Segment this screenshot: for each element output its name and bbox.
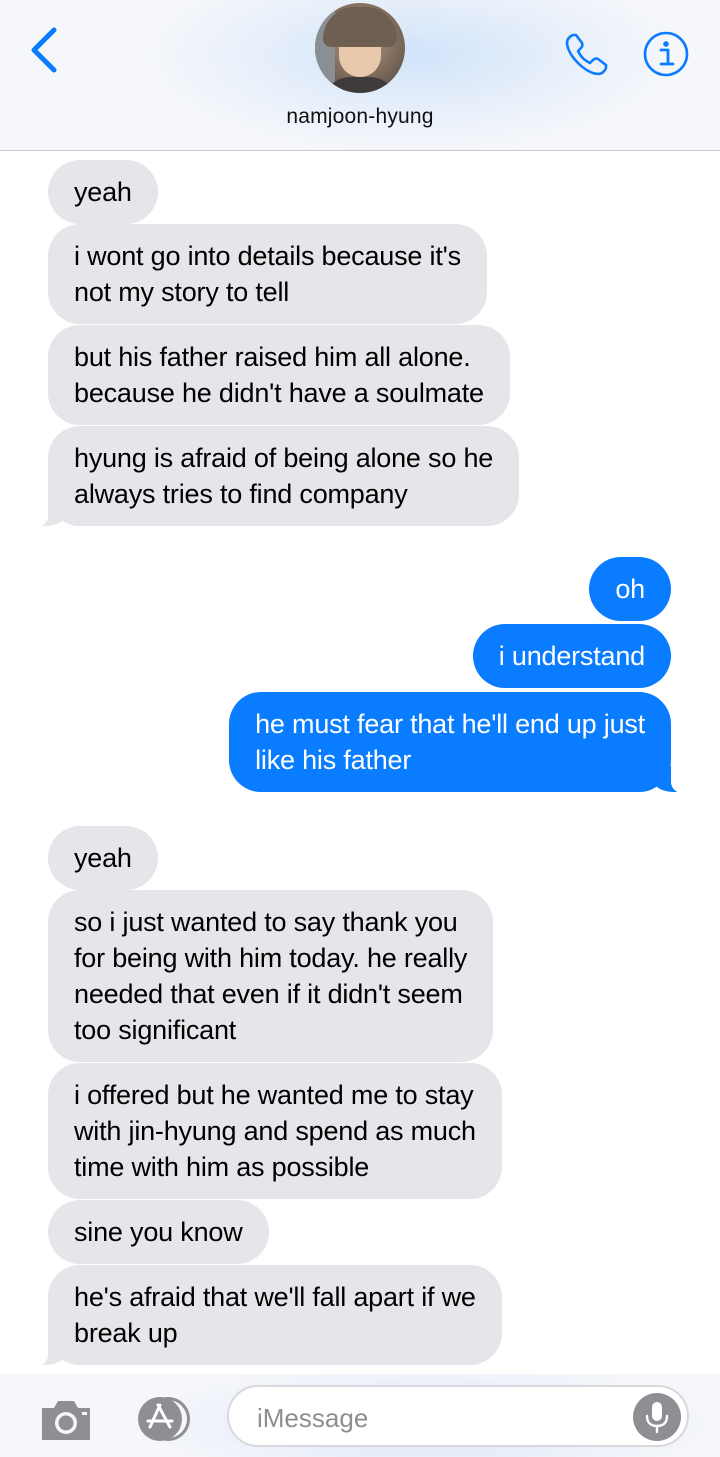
message-input[interactable]: iMessage bbox=[227, 1385, 689, 1447]
message-bubble-received[interactable]: yeah bbox=[48, 826, 158, 890]
call-button[interactable] bbox=[563, 30, 611, 78]
contact-avatar[interactable] bbox=[315, 3, 405, 93]
message-bubble-received[interactable]: but his father raised him all alone. bec… bbox=[48, 325, 510, 425]
app-store-button[interactable] bbox=[130, 1394, 196, 1444]
message-bubble-received[interactable]: so i just wanted to say thank you for be… bbox=[48, 890, 494, 1062]
info-button[interactable] bbox=[642, 30, 690, 78]
message-bubble-received[interactable]: he's afraid that we'll fall apart if we … bbox=[22, 1265, 502, 1367]
conversation-header: namjoon-hyung bbox=[0, 0, 720, 151]
info-icon bbox=[643, 31, 689, 77]
message-thread[interactable]: yeah i wont go into details because it's… bbox=[0, 152, 720, 1374]
message-input-placeholder: iMessage bbox=[257, 1403, 369, 1433]
camera-icon bbox=[42, 1401, 90, 1440]
camera-button[interactable] bbox=[38, 1396, 94, 1442]
message-bubble-received[interactable]: i offered but he wanted me to stay with … bbox=[48, 1063, 502, 1199]
message-bubble-sent[interactable]: oh bbox=[589, 557, 671, 621]
microphone-icon bbox=[633, 1393, 681, 1441]
back-button[interactable] bbox=[26, 24, 62, 76]
contact-name[interactable]: namjoon-hyung bbox=[0, 105, 720, 129]
message-bubble-sent[interactable]: i understand bbox=[472, 624, 671, 688]
composer-bar: iMessage bbox=[0, 1374, 720, 1457]
phone-icon bbox=[565, 33, 608, 76]
message-bubble-sent[interactable]: he must fear that he'll end up just like… bbox=[229, 692, 697, 794]
microphone-button[interactable] bbox=[633, 1393, 681, 1441]
message-bubble-received[interactable]: i wont go into details because it's not … bbox=[48, 224, 487, 324]
message-bubble-received[interactable]: hyung is afraid of being alone so he alw… bbox=[21, 426, 520, 528]
message-bubble-received[interactable]: yeah bbox=[48, 160, 158, 224]
back-chevron-icon bbox=[31, 27, 57, 73]
message-bubble-received[interactable]: sine you know bbox=[48, 1200, 269, 1264]
app-store-icon bbox=[138, 1397, 190, 1441]
